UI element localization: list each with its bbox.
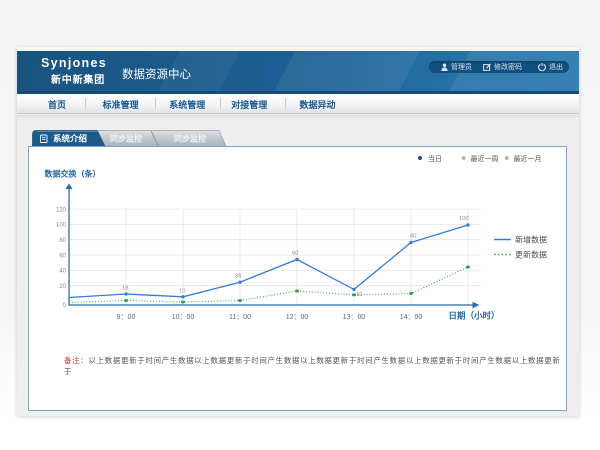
svg-text:35: 35 xyxy=(235,274,241,280)
svg-text:最近一周: 最近一周 xyxy=(471,154,499,163)
svg-text:数据交换（条）: 数据交换（条） xyxy=(45,169,101,179)
svg-text:60: 60 xyxy=(292,251,298,257)
svg-text:100: 100 xyxy=(459,216,469,222)
svg-text:当日: 当日 xyxy=(428,154,442,163)
svg-text:10: 10 xyxy=(179,289,185,295)
svg-text:10：00: 10：00 xyxy=(172,314,195,321)
svg-text:40: 40 xyxy=(59,269,66,275)
svg-text:11：00: 11：00 xyxy=(229,314,251,321)
svg-text:13：00: 13：00 xyxy=(343,314,366,321)
svg-text:80: 80 xyxy=(59,238,66,244)
svg-text:12：00: 12：00 xyxy=(286,314,309,321)
svg-text:120: 120 xyxy=(56,207,67,213)
svg-text:18: 18 xyxy=(122,286,128,292)
svg-text:同步监控: 同步监控 xyxy=(174,134,206,144)
svg-text:80: 80 xyxy=(410,234,416,240)
svg-text:更新数据: 更新数据 xyxy=(515,250,547,260)
svg-text:最近一月: 最近一月 xyxy=(514,154,542,163)
svg-text:同步监控: 同步监控 xyxy=(110,134,142,144)
svg-text:9：00: 9：00 xyxy=(117,314,136,321)
svg-text:日期（小时）: 日期（小时） xyxy=(449,311,500,321)
svg-text:系统介绍: 系统介绍 xyxy=(53,134,88,144)
svg-text:新增数据: 新增数据 xyxy=(515,235,547,245)
svg-text:10: 10 xyxy=(356,292,362,298)
svg-text:14：00: 14：00 xyxy=(400,314,423,321)
svg-text:60: 60 xyxy=(59,253,66,259)
svg-text:0: 0 xyxy=(63,303,67,309)
svg-text:100: 100 xyxy=(56,223,67,229)
svg-text:20: 20 xyxy=(59,284,66,290)
